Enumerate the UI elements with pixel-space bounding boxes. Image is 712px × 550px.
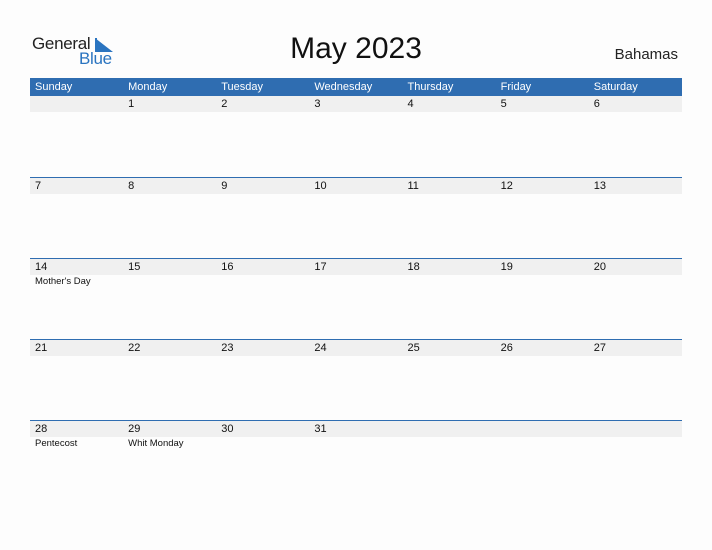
holiday-label: Pentecost [35,438,78,449]
day-number: 30 [221,423,234,435]
day-number: 31 [314,423,327,435]
calendar-title: May 2023 [290,32,422,65]
day-number: 18 [407,261,420,273]
day-number: 5 [500,98,507,110]
day-number: 28 [35,423,48,435]
day-number [496,421,589,437]
day-number [403,421,496,437]
holiday-label [496,437,589,451]
holiday-label [216,275,309,289]
day-number: 24 [314,342,327,354]
events-row: Pentecost Whit Monday [30,437,682,451]
day-number: 23 [221,342,234,354]
day-number: 13 [593,180,606,192]
date-strip: 7 8 9 10 11 12 13 [30,178,682,194]
holiday-label [589,275,682,289]
weekday-header: Sunday Monday Tuesday Wednesday Thursday… [30,78,682,96]
weekday-friday: Friday [500,81,532,93]
weekday-saturday: Saturday [593,81,638,93]
calendar-grid: Sunday Monday Tuesday Wednesday Thursday… [30,78,682,501]
day-number: 21 [35,342,48,354]
day-number: 2 [221,98,228,110]
day-number: 11 [407,180,419,192]
weekday-wednesday: Wednesday [314,81,373,93]
weekday-tuesday: Tuesday [221,81,264,93]
day-number: 6 [593,98,600,110]
weekday-thursday: Thursday [407,81,454,93]
week-row: 7 8 9 10 11 12 13 [30,177,682,258]
holiday-label [403,437,496,451]
holiday-label [309,437,402,451]
date-strip: 21 22 23 24 25 26 27 [30,340,682,356]
day-number: 16 [221,261,234,273]
day-number [30,96,123,112]
holiday-label: Mother's Day [35,276,91,287]
holiday-label [496,275,589,289]
day-number: 25 [407,342,420,354]
day-number: 17 [314,261,327,273]
day-number: 22 [128,342,141,354]
day-number: 26 [500,342,513,354]
holiday-label [403,275,496,289]
weekday-sunday: Sunday [35,81,73,93]
holiday-label [589,437,682,451]
day-number: 12 [500,180,513,192]
day-number: 7 [35,180,42,192]
events-row: Mother's Day [30,275,682,289]
day-number: 20 [593,261,606,273]
day-number: 3 [314,98,321,110]
day-number: 29 [128,423,141,435]
day-number: 14 [35,261,48,273]
day-number [589,421,682,437]
day-number: 1 [128,98,135,110]
country-label: Bahamas [614,46,678,63]
date-strip: 1 2 3 4 5 6 [30,96,682,112]
day-number: 10 [314,180,327,192]
day-number: 15 [128,261,141,273]
holiday-label: Whit Monday [128,438,184,449]
day-number: 9 [221,180,228,192]
week-row: 1 2 3 4 5 6 [30,96,682,177]
week-row: 28 29 30 31 Pentecost Whit Monday [30,420,682,501]
day-number: 4 [407,98,414,110]
date-strip: 14 15 16 17 18 19 20 [30,259,682,275]
day-number: 27 [593,342,606,354]
holiday-label [123,275,216,289]
day-number: 19 [500,261,513,273]
date-strip: 28 29 30 31 [30,421,682,437]
holiday-label [216,437,309,451]
holiday-label [309,275,402,289]
weekday-monday: Monday [128,81,168,93]
week-row: 14 15 16 17 18 19 20 Mother's Day [30,258,682,339]
week-row: 21 22 23 24 25 26 27 [30,339,682,420]
day-number: 8 [128,180,135,192]
